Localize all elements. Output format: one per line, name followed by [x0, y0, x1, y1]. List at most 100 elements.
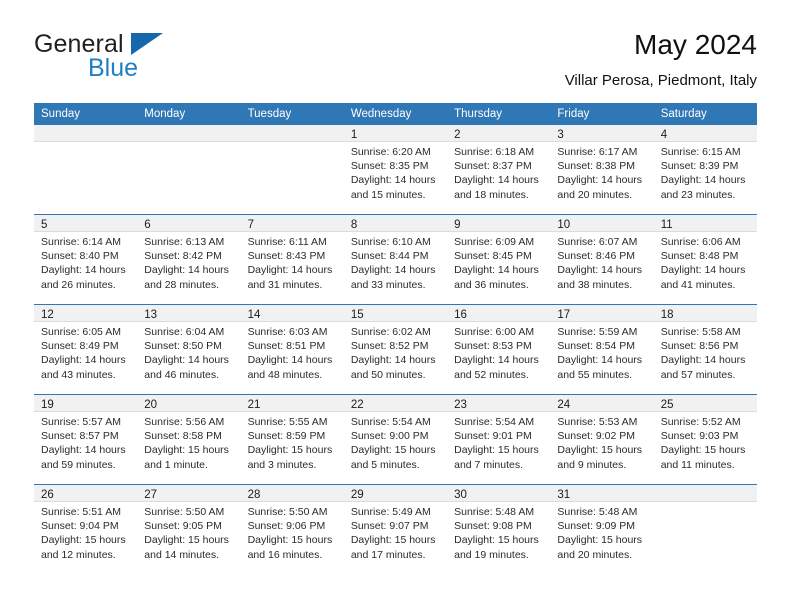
day-info: Sunrise: 5:48 AM Sunset: 9:09 PM Daylight:…: [550, 502, 653, 562]
day-cell[interactable]: 3 Sunrise: 6:17 AM Sunset: 8:38 PM Daylight…: [550, 125, 654, 214]
sunset-text: Sunset: 8:40 PM: [41, 250, 119, 263]
day-cell[interactable]: 16 Sunrise: 6:00 AM Sunset: 8:53 PM Dayligh…: [447, 305, 551, 394]
day-info: Sunrise: 6:20 AM Sunset: 8:35 PM Daylight:…: [344, 142, 447, 202]
sunrise-text: Sunrise: 5:51 AM: [41, 506, 121, 518]
daylight-text-line1: Daylight: 14 hours: [660, 264, 746, 277]
day-cell[interactable]: 5 Sunrise: 6:14 AM Sunset: 8:40 PM Daylight…: [34, 215, 138, 304]
sunset-text: Sunset: 8:37 PM: [454, 160, 532, 173]
daylight-text-line1: Daylight: 14 hours: [144, 264, 229, 277]
sunrise-text: Sunrise: 6:17 AM: [557, 146, 638, 158]
day-number: 20: [144, 399, 158, 411]
day-cell[interactable]: 11 Sunrise: 6:06 AM Sunset: 8:48 PM Dayligh…: [653, 215, 757, 304]
sunrise-text: Sunrise: 6:11 AM: [247, 236, 327, 248]
sunset-text: Sunset: 8:48 PM: [660, 250, 739, 263]
sunrise-text: Sunrise: 5:54 AM: [350, 416, 431, 428]
day-info: Sunrise: 6:03 AM Sunset: 8:51 PM Daylight:…: [241, 322, 344, 382]
day-number: 7: [247, 219, 254, 231]
daylight-text-line2: and 20 minutes.: [557, 548, 633, 561]
day-number-band: 24: [550, 395, 654, 412]
day-cell[interactable]: 9 Sunrise: 6:09 AM Sunset: 8:45 PM Daylight…: [447, 215, 551, 304]
day-cell[interactable]: 29 Sunrise: 5:49 AM Sunset: 9:07 PM Dayligh…: [343, 485, 448, 575]
day-cell[interactable]: 27 Sunrise: 5:50 AM Sunset: 9:05 PM Dayligh…: [137, 485, 241, 575]
day-cell[interactable]: 18 Sunrise: 5:58 AM Sunset: 8:56 PM Dayligh…: [653, 305, 757, 394]
day-info: Sunrise: 6:13 AM Sunset: 8:42 PM Daylight:…: [137, 232, 240, 292]
day-info: Sunrise: 6:11 AM Sunset: 8:43 PM Daylight:…: [241, 232, 344, 292]
sunrise-text: Sunrise: 5:58 AM: [660, 326, 741, 338]
sunset-text: Sunset: 8:58 PM: [144, 430, 222, 443]
day-number-band: 12: [34, 305, 138, 322]
daylight-text-line2: and 38 minutes.: [557, 278, 633, 291]
weekday-header-sunday: Sunday: [41, 108, 81, 120]
daylight-text-line2: and 28 minutes.: [144, 278, 219, 291]
day-cell[interactable]: 26 Sunrise: 5:51 AM Sunset: 9:04 PM Dayligh…: [34, 485, 138, 575]
week-row: 1 Sunrise: 6:20 AM Sunset: 8:35 PM Daylight…: [34, 125, 757, 215]
day-cell[interactable]: 6 Sunrise: 6:13 AM Sunset: 8:42 PM Daylight…: [137, 215, 241, 304]
sunset-text: Sunset: 9:05 PM: [144, 520, 222, 533]
sunrise-text: Sunrise: 6:02 AM: [350, 326, 431, 338]
general-blue-logo[interactable]: General Blue: [34, 30, 294, 90]
sunset-text: Sunset: 8:50 PM: [144, 340, 222, 353]
day-info: Sunrise: 5:59 AM Sunset: 8:54 PM Daylight:…: [550, 322, 653, 382]
day-info: Sunrise: 5:51 AM Sunset: 9:04 PM Daylight:…: [34, 502, 137, 562]
weekday-header-tuesday: Tuesday: [247, 108, 292, 120]
page-header: General Blue May 2024 Villar Perosa, Pie…: [34, 29, 757, 96]
day-cell[interactable]: 30 Sunrise: 5:48 AM Sunset: 9:08 PM Dayligh…: [447, 485, 551, 575]
day-number-band: [240, 125, 344, 142]
day-info: Sunrise: 5:53 AM Sunset: 9:02 PM Daylight:…: [550, 412, 653, 472]
day-number-band: 10: [550, 215, 654, 232]
day-info: Sunrise: 5:57 AM Sunset: 8:57 PM Daylight:…: [34, 412, 137, 472]
daylight-text-line2: and 11 minutes.: [660, 458, 735, 471]
day-cell[interactable]: 20 Sunrise: 5:56 AM Sunset: 8:58 PM Dayligh…: [137, 395, 241, 484]
daylight-text-line1: Daylight: 14 hours: [41, 264, 126, 277]
daylight-text-line2: and 33 minutes.: [350, 278, 426, 291]
sunrise-text: Sunrise: 5:48 AM: [557, 506, 638, 518]
day-number-band: 20: [137, 395, 241, 412]
day-number-band: 16: [447, 305, 551, 322]
day-cell[interactable]: 4 Sunrise: 6:15 AM Sunset: 8:39 PM Daylight…: [653, 125, 757, 214]
day-number-band: 26: [34, 485, 138, 502]
sunset-text: Sunset: 9:01 PM: [454, 430, 532, 443]
day-cell[interactable]: 23 Sunrise: 5:54 AM Sunset: 9:01 PM Dayligh…: [447, 395, 551, 484]
daylight-text-line2: and 9 minutes.: [557, 458, 627, 471]
day-cell[interactable]: 2 Sunrise: 6:18 AM Sunset: 8:37 PM Daylight…: [447, 125, 551, 214]
day-number-band: 1: [343, 125, 448, 142]
day-cell[interactable]: 28 Sunrise: 5:50 AM Sunset: 9:06 PM Dayligh…: [240, 485, 344, 575]
day-number: 31: [557, 489, 571, 501]
day-cell[interactable]: 12 Sunrise: 6:05 AM Sunset: 8:49 PM Dayligh…: [34, 305, 138, 394]
day-info: Sunrise: 5:55 AM Sunset: 8:59 PM Daylight:…: [241, 412, 344, 472]
sunset-text: Sunset: 8:57 PM: [41, 430, 119, 443]
day-cell[interactable]: 7 Sunrise: 6:11 AM Sunset: 8:43 PM Daylight…: [240, 215, 344, 304]
day-info: Sunrise: 5:50 AM Sunset: 9:05 PM Daylight:…: [137, 502, 240, 562]
daylight-text-line2: and 46 minutes.: [144, 368, 219, 381]
day-cell[interactable]: 14 Sunrise: 6:03 AM Sunset: 8:51 PM Dayligh…: [240, 305, 344, 394]
day-cell[interactable]: 13 Sunrise: 6:04 AM Sunset: 8:50 PM Dayligh…: [137, 305, 241, 394]
day-info: Sunrise: 6:17 AM Sunset: 8:38 PM Daylight:…: [550, 142, 653, 202]
daylight-text-line1: Daylight: 14 hours: [41, 444, 126, 457]
day-cell[interactable]: 21 Sunrise: 5:55 AM Sunset: 8:59 PM Dayligh…: [240, 395, 344, 484]
sunrise-text: Sunrise: 6:15 AM: [660, 146, 741, 158]
sunset-text: Sunset: 8:39 PM: [660, 160, 739, 173]
day-number: 17: [557, 309, 571, 321]
daylight-text-line2: and 48 minutes.: [247, 368, 323, 381]
day-cell[interactable]: 15 Sunrise: 6:02 AM Sunset: 8:52 PM Dayligh…: [343, 305, 448, 394]
day-cell[interactable]: 22 Sunrise: 5:54 AM Sunset: 9:00 PM Dayligh…: [343, 395, 448, 484]
sunrise-text: Sunrise: 5:55 AM: [247, 416, 328, 428]
day-cell[interactable]: 31 Sunrise: 5:48 AM Sunset: 9:09 PM Dayligh…: [550, 485, 654, 575]
daylight-text-line2: and 3 minutes.: [247, 458, 317, 471]
day-info: Sunrise: 6:05 AM Sunset: 8:49 PM Daylight:…: [34, 322, 137, 382]
day-cell[interactable]: 17 Sunrise: 5:59 AM Sunset: 8:54 PM Dayligh…: [550, 305, 654, 394]
day-cell[interactable]: 19 Sunrise: 5:57 AM Sunset: 8:57 PM Dayligh…: [34, 395, 138, 484]
day-cell[interactable]: 25 Sunrise: 5:52 AM Sunset: 9:03 PM Dayligh…: [653, 395, 757, 484]
day-cell[interactable]: 10 Sunrise: 6:07 AM Sunset: 8:46 PM Dayligh…: [550, 215, 654, 304]
day-number: 15: [350, 309, 364, 321]
sunset-text: Sunset: 8:45 PM: [454, 250, 532, 263]
sunset-text: Sunset: 9:08 PM: [454, 520, 532, 533]
day-number: 6: [144, 219, 151, 231]
day-number-band: [137, 125, 241, 142]
day-cell[interactable]: 8 Sunrise: 6:10 AM Sunset: 8:44 PM Daylight…: [343, 215, 448, 304]
day-number: 9: [454, 219, 461, 231]
weekday-header-monday: Monday: [144, 108, 186, 120]
day-cell[interactable]: 1 Sunrise: 6:20 AM Sunset: 8:35 PM Daylight…: [343, 125, 448, 214]
sunrise-text: Sunrise: 6:00 AM: [454, 326, 535, 338]
day-cell[interactable]: 24 Sunrise: 5:53 AM Sunset: 9:02 PM Dayligh…: [550, 395, 654, 484]
